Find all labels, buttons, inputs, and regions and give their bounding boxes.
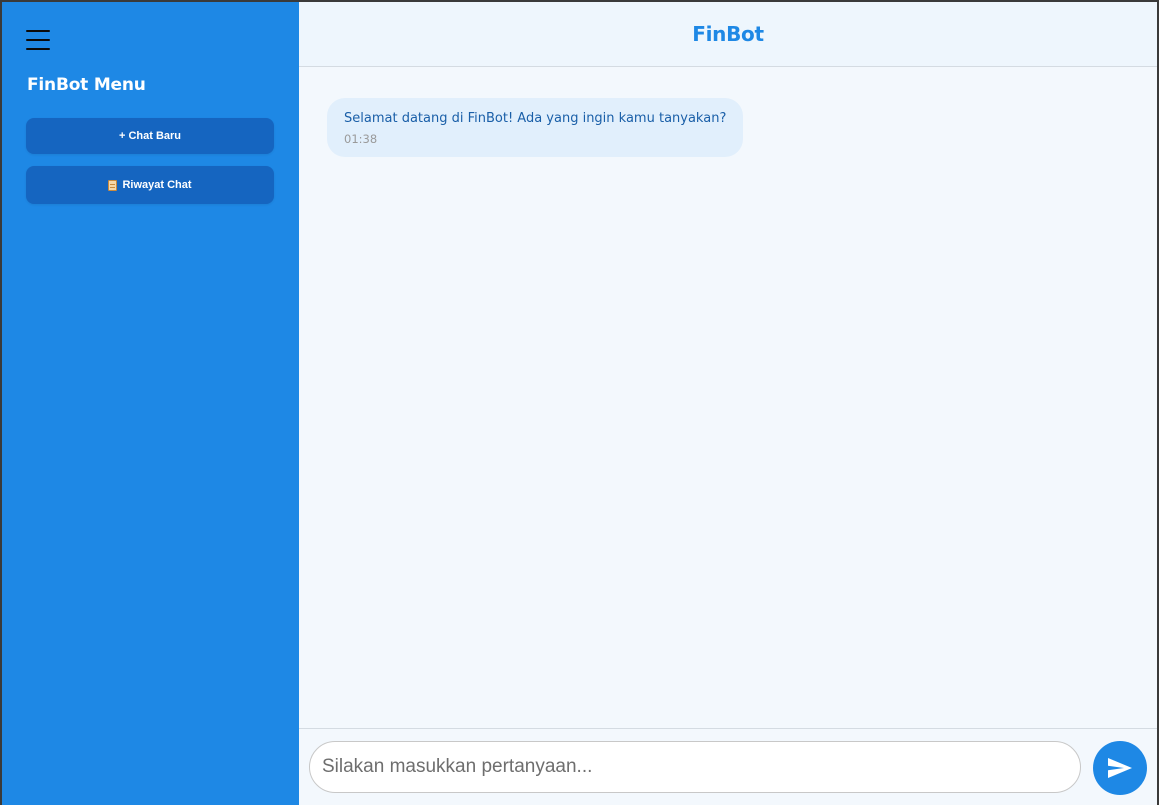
hamburger-line	[26, 38, 50, 42]
sidebar: FinBot Menu + Chat Baru Riwayat Chat	[2, 2, 299, 805]
send-button[interactable]	[1093, 741, 1147, 795]
sidebar-title: FinBot Menu	[27, 75, 146, 95]
page-title: FinBot	[692, 22, 764, 46]
composer-bar	[299, 728, 1157, 805]
chat-history-label: Riwayat Chat	[122, 179, 192, 191]
hamburger-line	[26, 30, 50, 33]
message-list[interactable]: Selamat datang di FinBot! Ada yang ingin…	[299, 67, 1157, 728]
question-input[interactable]	[309, 741, 1081, 793]
bot-message-bubble: Selamat datang di FinBot! Ada yang ingin…	[327, 98, 744, 157]
new-chat-label: + Chat Baru	[118, 130, 182, 142]
hamburger-menu-icon[interactable]	[26, 28, 50, 52]
new-chat-button[interactable]: + Chat Baru	[26, 118, 274, 154]
hamburger-line	[26, 47, 50, 50]
scroll-icon	[108, 179, 118, 191]
app-window: FinBot Menu + Chat Baru Riwayat Chat Fin…	[2, 2, 1157, 805]
chat-header: FinBot	[299, 2, 1157, 67]
message-timestamp: 01:38	[344, 132, 378, 146]
chat-history-button[interactable]: Riwayat Chat	[26, 166, 274, 204]
message-text: Selamat datang di FinBot! Ada yang ingin…	[344, 111, 727, 126]
send-icon	[1108, 758, 1132, 778]
chat-panel: FinBot Selamat datang di FinBot! Ada yan…	[299, 2, 1157, 805]
